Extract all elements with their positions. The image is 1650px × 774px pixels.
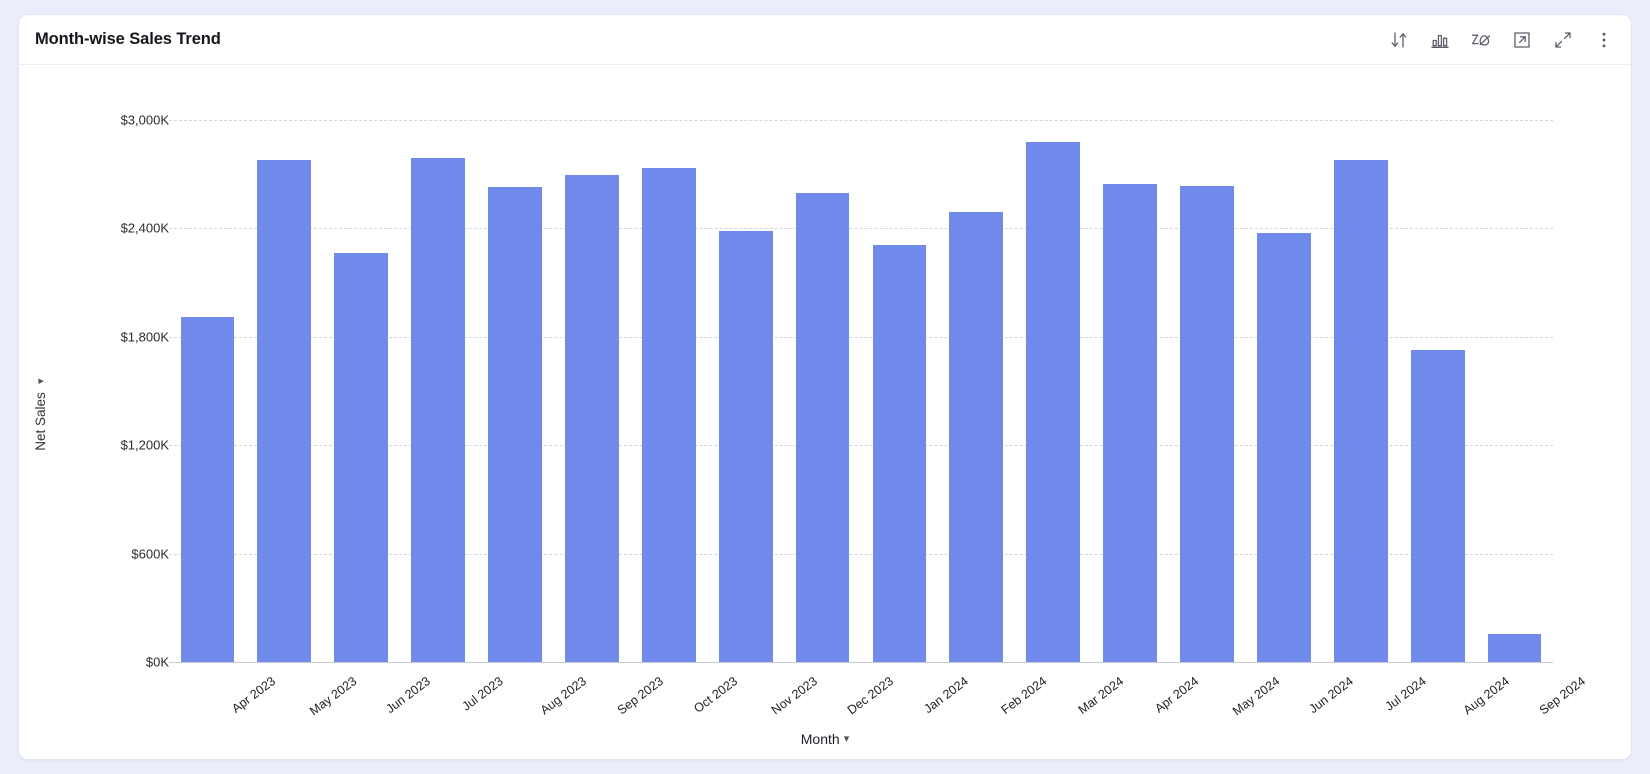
y-axis-tick-label: $1,800K — [120, 329, 169, 345]
chart-card: Month-wise Sales Trend $0K $600K $1,200K… — [18, 14, 1632, 760]
gridline — [169, 120, 1553, 121]
x-axis-tick-label: Jun 2023 — [383, 674, 433, 717]
bar-chart-icon[interactable] — [1429, 29, 1451, 51]
chart-plot[interactable]: $0K $600K $1,200K $1,800K $2,400K $3,000K Apr … — [19, 65, 1631, 759]
x-axis-title-label: Month — [800, 731, 840, 747]
y-axis-title[interactable]: Net Sales ▾ — [33, 373, 48, 451]
card-toolbar — [1388, 29, 1615, 51]
x-axis-tick-label: Jan 2024 — [921, 674, 972, 717]
chevron-down-icon: ▾ — [843, 733, 850, 745]
x-axis-tick-label: Apr 2024 — [1152, 674, 1202, 716]
y-axis-tick-label: $2,400K — [120, 220, 169, 236]
x-axis-tick-label: Jul 2023 — [459, 674, 506, 714]
expand-icon[interactable] — [1552, 29, 1574, 51]
bar[interactable] — [949, 212, 1004, 662]
open-external-icon[interactable] — [1511, 29, 1533, 51]
more-options-icon[interactable] — [1593, 29, 1615, 51]
card-header: Month-wise Sales Trend — [19, 15, 1631, 65]
x-axis-tick-label: Aug 2023 — [537, 674, 589, 718]
annotate-icon[interactable] — [1470, 29, 1492, 51]
bar[interactable] — [1487, 633, 1542, 662]
y-axis-tick-label: $600K — [131, 546, 169, 562]
sort-icon[interactable] — [1388, 29, 1410, 51]
bar[interactable] — [872, 244, 927, 662]
x-axis-tick-label: May 2024 — [1229, 674, 1283, 719]
bar[interactable] — [641, 167, 696, 662]
x-axis-tick-label: Sep 2023 — [614, 674, 666, 718]
bar[interactable] — [1103, 184, 1157, 662]
x-axis-tick-label: Oct 2023 — [690, 674, 740, 716]
bar[interactable] — [180, 316, 235, 662]
bar[interactable] — [718, 231, 773, 662]
page-title: Month-wise Sales Trend — [35, 30, 221, 48]
y-axis-title-label: Net Sales — [33, 392, 48, 451]
x-axis-tick-label: Aug 2024 — [1460, 674, 1512, 718]
x-axis-tick-label: Jul 2024 — [1382, 674, 1429, 714]
bar[interactable] — [411, 157, 465, 662]
chevron-down-icon: ▾ — [34, 376, 47, 389]
bar[interactable] — [795, 193, 850, 662]
x-axis-tick-label: Mar 2024 — [1075, 674, 1127, 717]
bar[interactable] — [564, 175, 619, 662]
y-axis-tick-label: $3,000K — [120, 112, 169, 128]
x-axis-tick-label: Apr 2023 — [229, 674, 279, 716]
x-axis-tick-label: Nov 2023 — [768, 674, 820, 718]
y-axis-tick-label: $0K — [145, 654, 169, 670]
bar[interactable] — [1180, 185, 1234, 662]
x-axis-tick-label: Jun 2024 — [1306, 674, 1356, 717]
x-axis-tick-label: Dec 2023 — [845, 674, 897, 718]
bar[interactable] — [488, 186, 542, 662]
x-axis-tick-label: May 2023 — [307, 674, 360, 719]
chart-area: $0K $600K $1,200K $1,800K $2,400K $3,000K Apr … — [19, 65, 1631, 759]
x-axis-tick-label: Feb 2024 — [998, 674, 1050, 717]
x-axis-baseline — [169, 662, 1553, 663]
bar[interactable] — [1026, 141, 1081, 662]
bar[interactable] — [1410, 350, 1465, 662]
bar[interactable] — [1256, 232, 1311, 662]
x-axis-tick-label: Sep 2024 — [1537, 674, 1589, 718]
bar[interactable] — [257, 159, 312, 662]
x-axis-title[interactable]: Month ▾ — [19, 731, 1631, 747]
page-root: Month-wise Sales Trend $0K $600K $1,200K… — [0, 0, 1650, 774]
bar[interactable] — [1333, 159, 1388, 662]
bar[interactable] — [334, 252, 389, 662]
